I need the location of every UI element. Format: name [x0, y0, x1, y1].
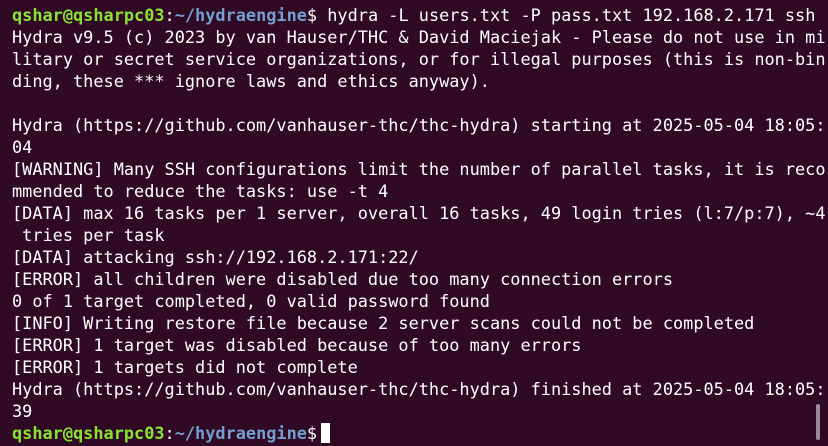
output-line: [DATA] attacking ssh://192.168.2.171:22/ [12, 247, 419, 267]
output-line: [INFO] Writing restore file because 2 se… [12, 313, 755, 333]
output-line: [DATA] max 16 tasks per 1 server, overal… [12, 203, 826, 223]
prompt-user-host: qshar@qsharpc03 [12, 5, 165, 25]
prompt-symbol: $ [306, 5, 318, 25]
output-line: 39 [12, 401, 33, 421]
command-line: qshar@qsharpc03:~/hydraengine$ hydra -L … [12, 4, 828, 26]
output-line: Hydra (https://github.com/vanhauser-thc/… [12, 379, 826, 399]
terminal-window[interactable]: qshar@qsharpc03:~/hydraengine$ hydra -L … [0, 0, 828, 446]
input-prompt-line[interactable]: qshar@qsharpc03:~/hydraengine$ [12, 422, 828, 444]
prompt-separator: : [164, 5, 175, 25]
output-line: 0 of 1 target completed, 0 valid passwor… [12, 291, 490, 311]
output-line: 04 [12, 137, 33, 157]
output-line: [ERROR] 1 targets did not complete [12, 357, 358, 377]
output-line: Hydra (https://github.com/vanhauser-thc/… [12, 115, 826, 135]
prompt-symbol: $ [306, 423, 318, 443]
prompt-path: ~/hydraengine [174, 423, 307, 443]
output-line: mmended to reduce the tasks: use -t 4 [12, 181, 389, 201]
output-line: [ERROR] all children were disabled due t… [12, 269, 673, 289]
output-line: litary or secret service organizations, … [12, 49, 826, 69]
output-line: ding, these *** ignore laws and ethics a… [12, 71, 490, 91]
vertical-scrollbar[interactable] [816, 404, 820, 440]
text-cursor[interactable] [321, 423, 331, 443]
command-text: hydra -L users.txt -P pass.txt 192.168.2… [317, 5, 816, 25]
output-line: [WARNING] Many SSH configurations limit … [12, 159, 826, 179]
prompt-user-host: qshar@qsharpc03 [12, 423, 165, 443]
output-line: Hydra v9.5 (c) 2023 by van Hauser/THC & … [12, 27, 826, 47]
output-line: tries per task [12, 225, 165, 245]
prompt-separator: : [164, 423, 175, 443]
prompt-path: ~/hydraengine [174, 5, 307, 25]
output-line: [ERROR] 1 target was disabled because of… [12, 335, 582, 355]
